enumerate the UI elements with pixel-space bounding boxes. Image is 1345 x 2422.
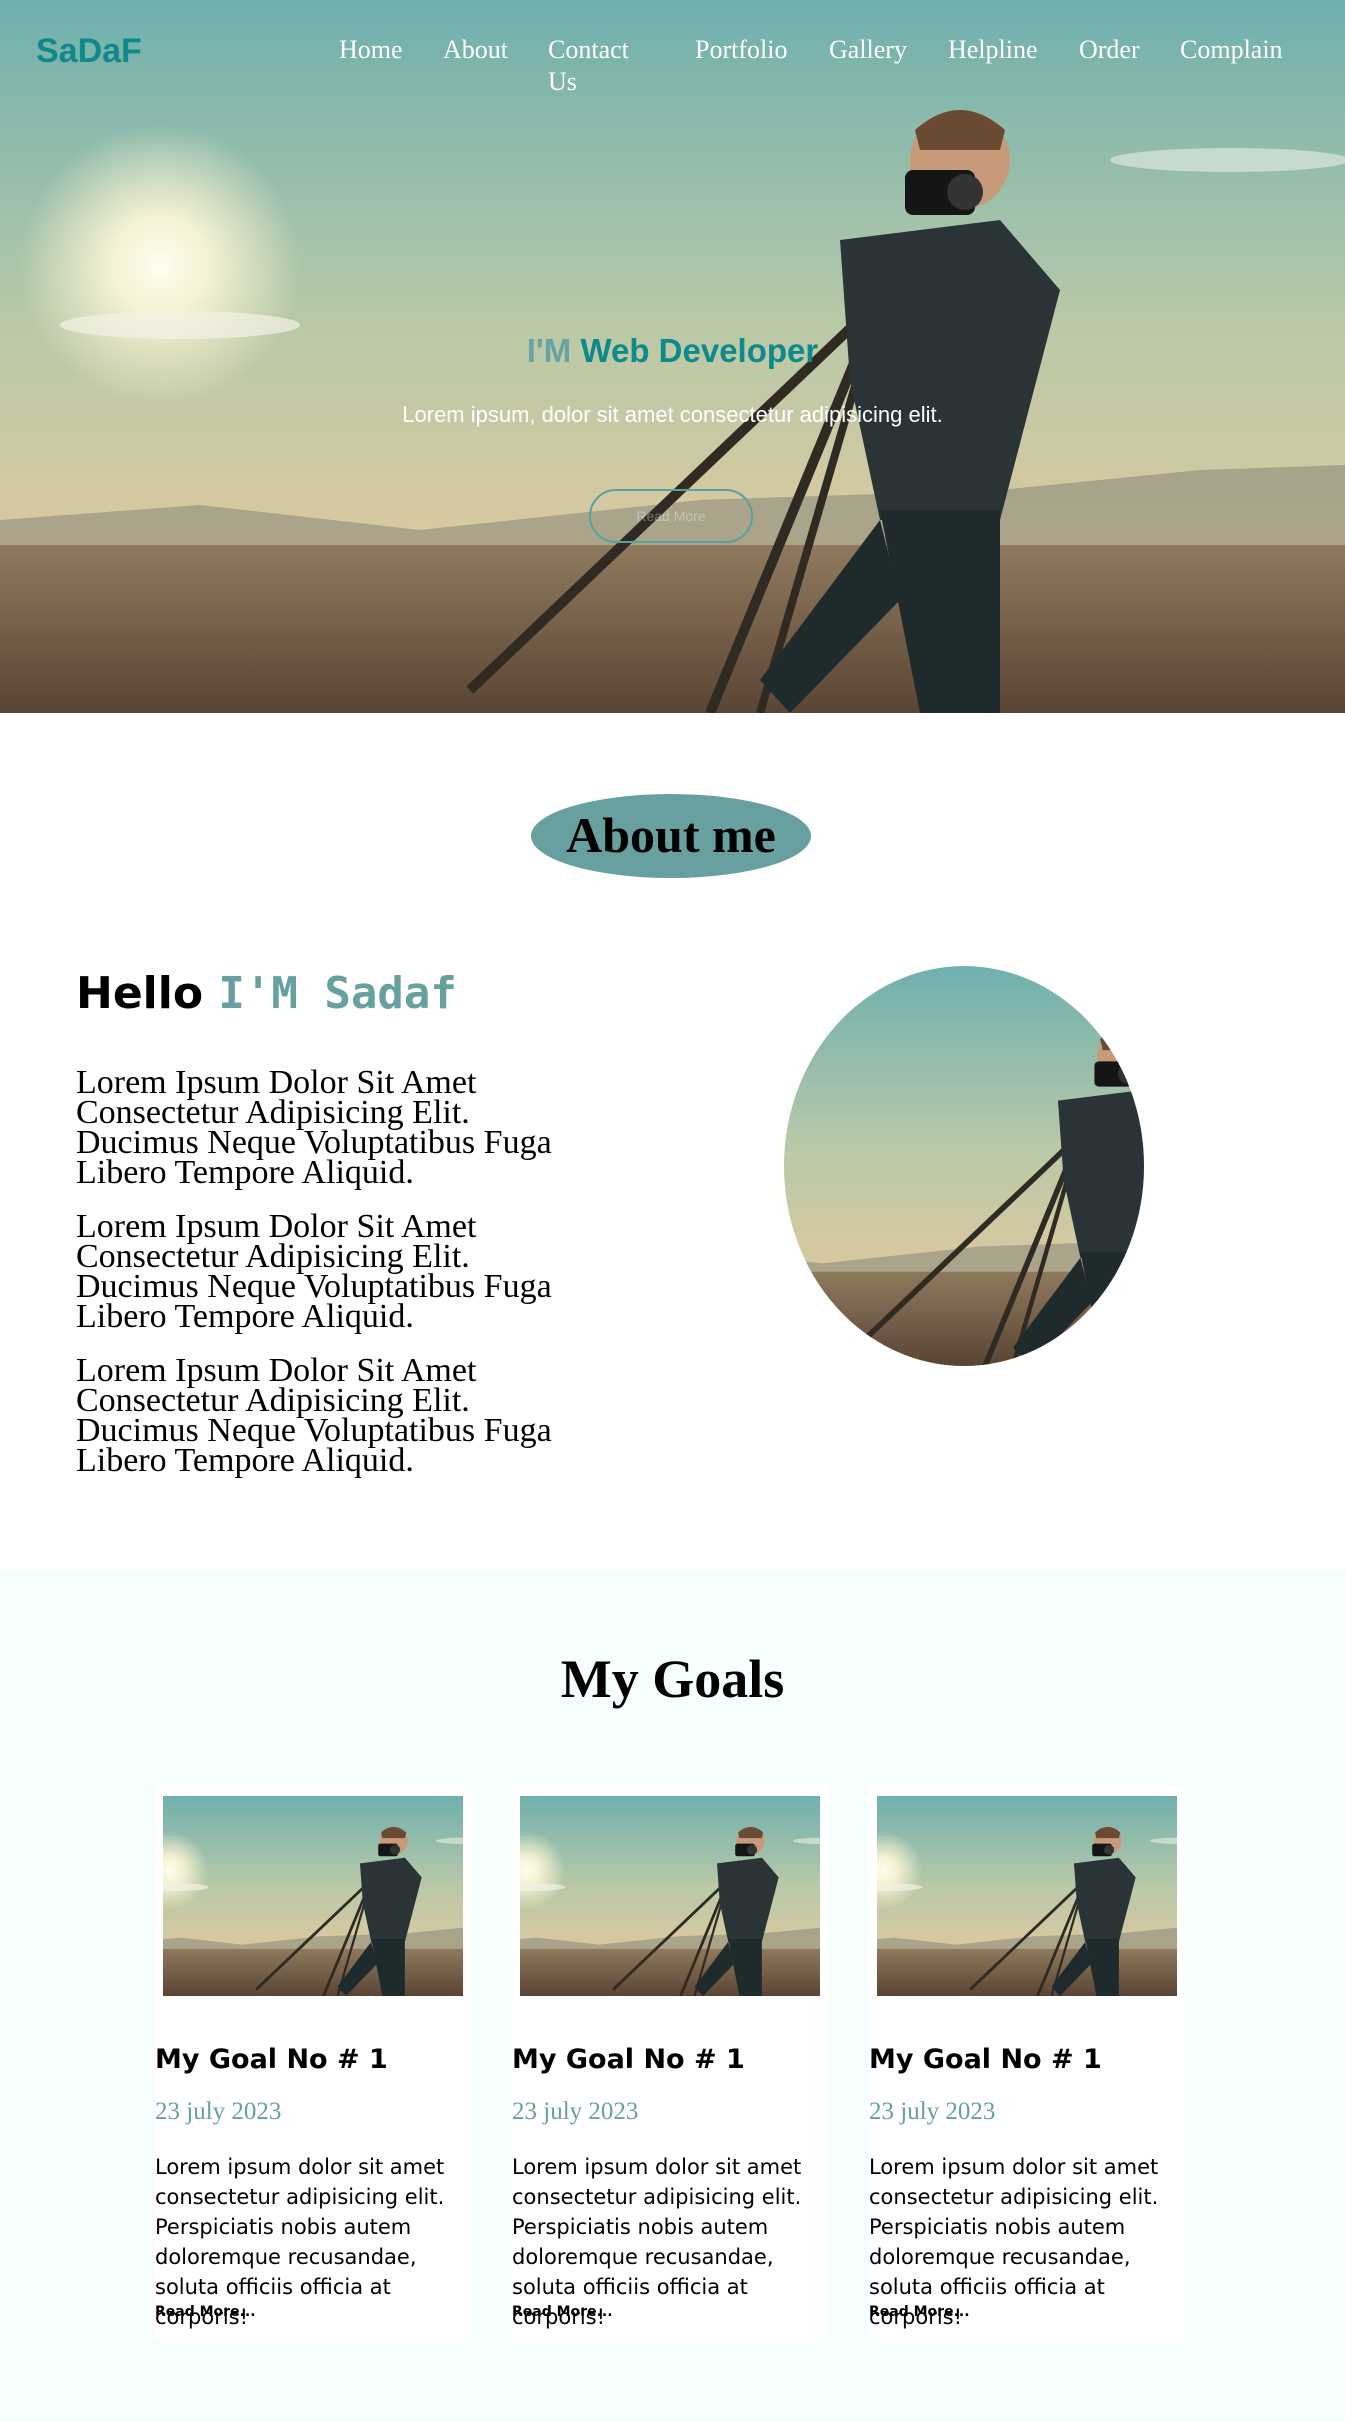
goal-card: My Goal No # 1 23 july 2023 Lorem ipsum … [869, 1786, 1185, 2340]
about-greeting: Hello I'M Sadaf [76, 968, 457, 1019]
nav-order[interactable]: Order [1079, 34, 1140, 66]
hero-subtitle: Lorem ipsum, dolor sit amet consectetur … [402, 402, 943, 427]
hello-text: Hello [76, 968, 204, 1019]
nav-contact-us[interactable]: Contact Us [548, 34, 658, 98]
goal-card-title: My Goal No # 1 [512, 2044, 745, 2075]
goal-card-read-more-link[interactable]: Read More... [155, 2304, 256, 2320]
goal-card-title: My Goal No # 1 [869, 2044, 1102, 2075]
goal-card: My Goal No # 1 23 july 2023 Lorem ipsum … [512, 1786, 828, 2340]
nav-portfolio[interactable]: Portfolio [695, 34, 787, 66]
hero-title-prefix: I'M [526, 332, 572, 369]
nav-helpline[interactable]: Helpline [948, 34, 1038, 66]
goal-card-date: 23 july 2023 [155, 2098, 282, 2125]
goal-card-read-more-link[interactable]: Read More... [512, 2304, 613, 2320]
hero-title: I'M Web Developer [0, 332, 1345, 370]
goal-card-date: 23 july 2023 [869, 2098, 996, 2125]
goals-heading: My Goals [560, 1649, 785, 1709]
hero-title-highlight: Web Developer [580, 332, 819, 369]
goal-card-date: 23 july 2023 [512, 2098, 639, 2125]
about-name: I'M Sadaf [218, 968, 457, 1019]
nav-home[interactable]: Home [339, 34, 403, 66]
goals-section: My Goals My Goal No # 1 23 july 2023 Lor… [0, 1570, 1345, 2422]
hero-section: SaDaF Home About Contact Us Portfolio Ga… [0, 0, 1345, 713]
goal-card-image [163, 1796, 463, 1996]
goal-card-title: My Goal No # 1 [155, 2044, 388, 2075]
goal-card-image [520, 1796, 820, 1996]
about-paragraph: Lorem Ipsum Dolor Sit Amet Consectetur A… [76, 1208, 552, 1335]
about-paragraph: Lorem Ipsum Dolor Sit Amet Consectetur A… [76, 1064, 552, 1191]
site-logo[interactable]: SaDaF [36, 32, 142, 71]
about-profile-image [784, 966, 1144, 1366]
goal-card-read-more-link[interactable]: Read More... [869, 2304, 970, 2320]
nav-gallery[interactable]: Gallery [829, 34, 907, 66]
nav-about[interactable]: About [443, 34, 508, 66]
about-heading: About me [566, 807, 776, 863]
goal-card-image [877, 1796, 1177, 1996]
about-paragraph: Lorem Ipsum Dolor Sit Amet Consectetur A… [76, 1352, 552, 1479]
goal-card: My Goal No # 1 23 july 2023 Lorem ipsum … [155, 1786, 471, 2340]
hero-read-more-button[interactable]: Read More [589, 489, 753, 543]
nav-complain[interactable]: Complain [1180, 34, 1283, 66]
